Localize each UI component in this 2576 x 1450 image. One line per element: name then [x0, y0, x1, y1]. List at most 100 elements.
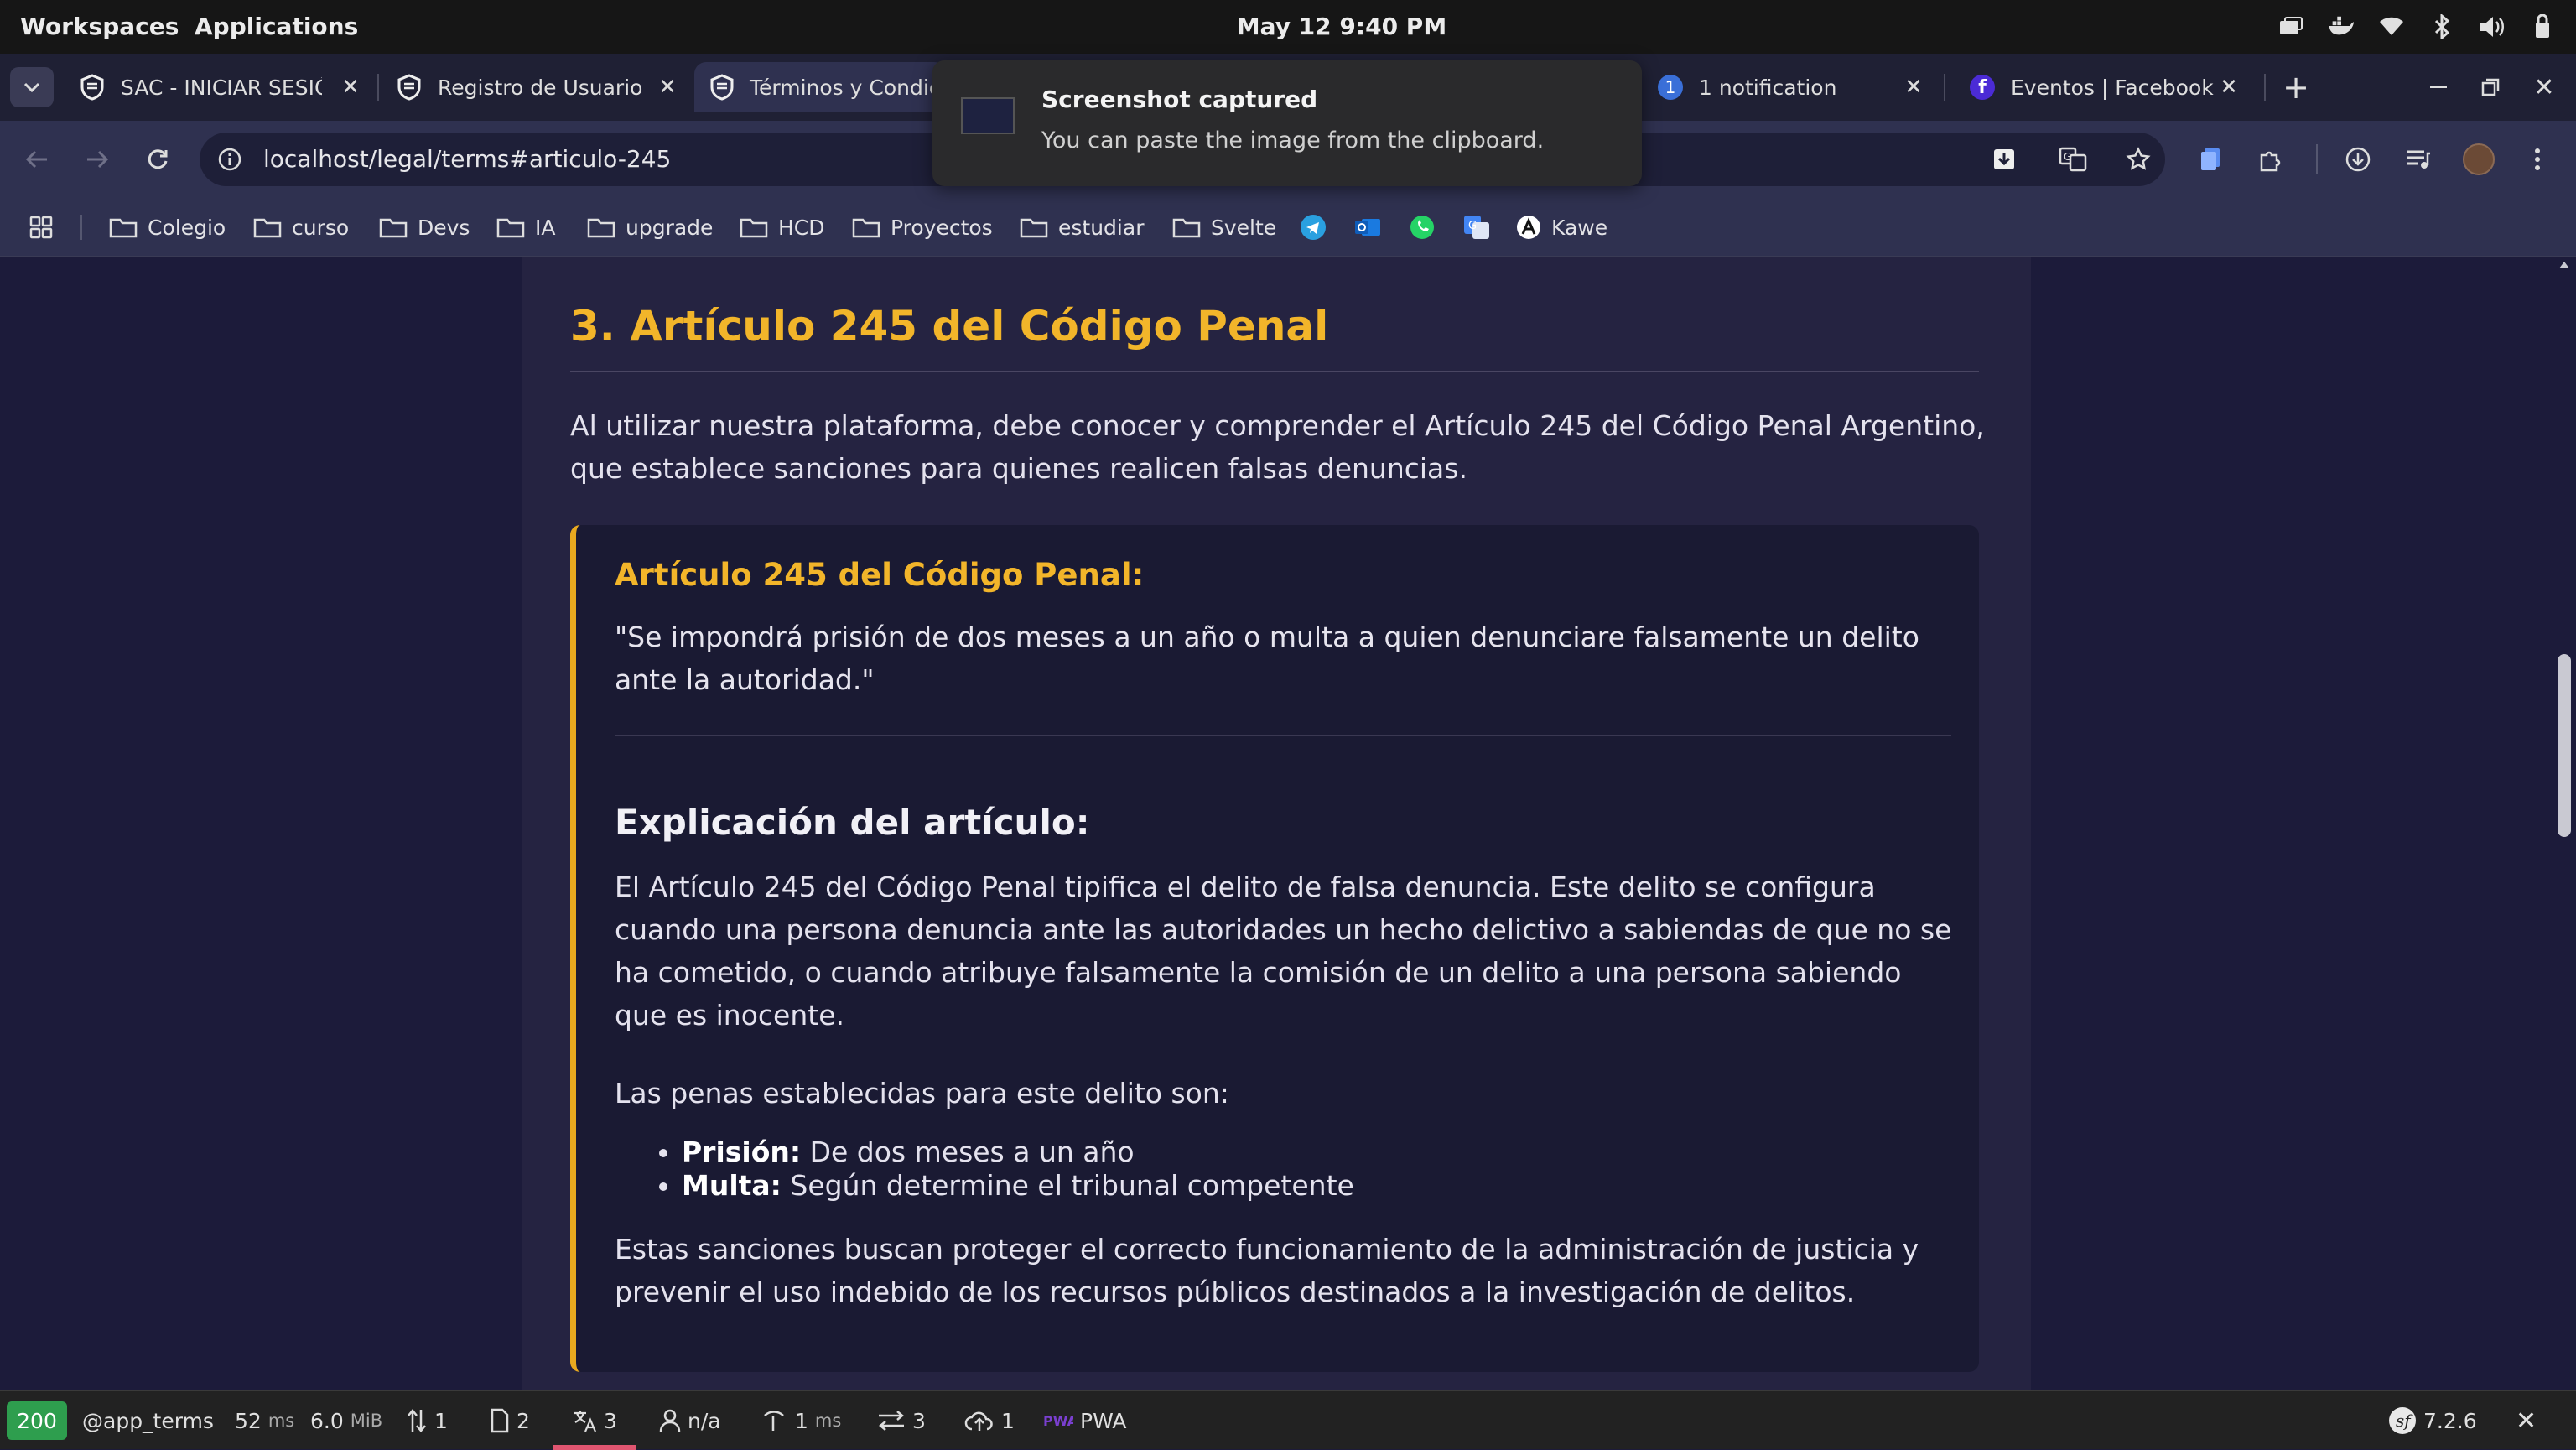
- downloads-icon[interactable]: [2334, 136, 2381, 183]
- folder-icon: [496, 218, 525, 238]
- list-item: Prisión: De dos meses a un año: [682, 1136, 1354, 1169]
- status-badge[interactable]: 200: [7, 1401, 67, 1440]
- bookmark-folder-colegio[interactable]: Colegio: [109, 210, 226, 245]
- url-text[interactable]: localhost/legal/terms#articulo-245: [263, 133, 671, 186]
- pwa-panel[interactable]: PWA PWA: [1043, 1391, 1127, 1450]
- requests-panel[interactable]: 1: [406, 1391, 448, 1450]
- bookmark-label: Kawe: [1551, 215, 1608, 240]
- explanation-heading: Explicación del artículo:: [615, 802, 1090, 843]
- explanation-paragraph: El Artículo 245 del Código Penal tipific…: [615, 871, 1952, 1032]
- time-panel[interactable]: 52 ms: [235, 1391, 294, 1450]
- section-heading: 3. Artículo 245 del Código Penal: [570, 302, 1329, 351]
- translation-panel[interactable]: 3: [572, 1391, 617, 1450]
- close-icon[interactable]: ✕: [337, 74, 364, 101]
- wifi-icon[interactable]: [2378, 13, 2405, 40]
- bookmark-folder-upgrade[interactable]: upgrade: [587, 210, 713, 245]
- twig-unit: ms: [814, 1411, 842, 1431]
- close-icon[interactable]: ✕: [654, 74, 681, 101]
- workspaces-button[interactable]: Workspaces: [20, 0, 179, 54]
- bookmark-folder-svelte[interactable]: Svelte: [1172, 210, 1276, 245]
- events-panel[interactable]: 3: [877, 1391, 926, 1450]
- forward-button[interactable]: [74, 136, 121, 183]
- time-unit: ms: [267, 1411, 295, 1431]
- avatar[interactable]: [2455, 136, 2502, 183]
- translate-icon[interactable]: G: [2058, 144, 2088, 174]
- active-panel-indicator: [553, 1445, 636, 1450]
- screen-share-icon[interactable]: [2277, 13, 2304, 40]
- scrollbar[interactable]: [2553, 257, 2576, 1390]
- penalty-label: Prisión:: [682, 1136, 802, 1168]
- battery-lock-icon[interactable]: [2529, 13, 2556, 40]
- route-name[interactable]: @app_terms: [82, 1391, 214, 1450]
- outlook-icon[interactable]: [1353, 210, 1392, 245]
- notification-message: You can paste the image from the clipboa…: [1041, 127, 1545, 153]
- facebook-icon: f: [1969, 74, 1996, 101]
- bookmark-kawe[interactable]: Kawe: [1516, 210, 1607, 245]
- scroll-up-arrow-icon[interactable]: [2558, 260, 2571, 270]
- bluetooth-icon[interactable]: [2428, 13, 2455, 40]
- bookmark-folder-estudiar[interactable]: estudiar: [1020, 210, 1144, 245]
- bookmark-label: Colegio: [148, 215, 226, 240]
- clock[interactable]: May 12 9:40 PM: [1090, 0, 1593, 54]
- close-toolbar-button[interactable]: ✕: [2516, 1391, 2537, 1450]
- tab-registro-usuario[interactable]: Registro de Usuario ✕: [381, 62, 691, 112]
- tab-title: 1 notification: [1699, 75, 1837, 100]
- bookmark-folder-proyectos[interactable]: Proyectos: [852, 210, 993, 245]
- tab-search-button[interactable]: [10, 67, 54, 107]
- site-info-icon[interactable]: [215, 144, 245, 174]
- new-tab-button[interactable]: +: [2277, 69, 2314, 106]
- bookmark-label: curso: [292, 215, 350, 240]
- tab-title: SAC - INICIAR SESIÓN: [121, 75, 322, 100]
- reload-button[interactable]: [134, 136, 181, 183]
- google-translate-icon[interactable]: G: [1462, 210, 1501, 245]
- tab-terminos-condiciones[interactable]: Términos y Condic: [694, 62, 946, 112]
- extensions-puzzle-icon[interactable]: [2247, 136, 2294, 183]
- forms-panel[interactable]: 2: [490, 1391, 530, 1450]
- bookmark-folder-hcd[interactable]: HCD: [740, 210, 825, 245]
- bookmark-star-icon[interactable]: [2123, 144, 2153, 174]
- tab-notification[interactable]: 1 1 notification ✕: [1642, 62, 1937, 112]
- bookmark-label: Devs: [418, 215, 470, 240]
- docker-icon[interactable]: [2328, 13, 2355, 40]
- upload-panel[interactable]: 1: [964, 1391, 1015, 1450]
- route-label: @app_terms: [82, 1408, 214, 1433]
- telegram-icon[interactable]: [1300, 210, 1337, 245]
- scrollbar-thumb[interactable]: [2558, 654, 2571, 837]
- extension-docs-icon[interactable]: [2187, 136, 2234, 183]
- shield-icon: [396, 74, 423, 101]
- close-icon[interactable]: ✕: [2215, 74, 2242, 101]
- apps-grid-icon[interactable]: [29, 210, 64, 245]
- memory-panel[interactable]: 6.0 MiB: [310, 1391, 382, 1450]
- bookmark-folder-ia[interactable]: IA: [496, 210, 555, 245]
- time-value: 52: [235, 1408, 262, 1433]
- article-quote: "Se impondrá prisión de dos meses a un a…: [615, 621, 1919, 696]
- applications-button[interactable]: Applications: [195, 0, 358, 54]
- bookmark-folder-curso[interactable]: curso: [253, 210, 349, 245]
- security-panel[interactable]: n/a: [659, 1391, 721, 1450]
- screenshot-notification[interactable]: Screenshot captured You can paste the im…: [932, 60, 1642, 186]
- closing-paragraph: Estas sanciones buscan proteger el corre…: [615, 1233, 1919, 1308]
- install-app-icon[interactable]: [1989, 144, 2019, 174]
- toolbar-divider: [2316, 144, 2318, 174]
- minimize-button[interactable]: [2420, 69, 2457, 106]
- tab-eventos-facebook[interactable]: f Eventos | Facebook ✕: [1954, 62, 2252, 112]
- symfony-version-panel[interactable]: sf 7.2.6: [2388, 1391, 2477, 1450]
- back-button[interactable]: [13, 136, 60, 183]
- list-item: Multa: Según determine el tribunal compe…: [682, 1169, 1354, 1203]
- folder-icon: [1020, 218, 1048, 238]
- close-window-button[interactable]: ✕: [2526, 69, 2563, 106]
- media-queue-icon[interactable]: [2395, 136, 2442, 183]
- tab-sac-login[interactable]: SAC - INICIAR SESIÓN ✕: [64, 62, 374, 112]
- volume-icon[interactable]: [2479, 13, 2506, 40]
- bookmark-folder-devs[interactable]: Devs: [379, 210, 470, 245]
- folder-icon: [253, 218, 282, 238]
- requests-count: 1: [434, 1408, 448, 1433]
- bookmark-label: HCD: [778, 215, 825, 240]
- restore-button[interactable]: [2472, 69, 2509, 106]
- menu-kebab-icon[interactable]: [2514, 136, 2561, 183]
- close-icon[interactable]: ✕: [1900, 74, 1927, 101]
- folder-icon: [587, 218, 615, 238]
- whatsapp-icon[interactable]: [1409, 210, 1446, 245]
- twig-panel[interactable]: 1 ms: [763, 1391, 841, 1450]
- pwa-label: PWA: [1080, 1408, 1127, 1433]
